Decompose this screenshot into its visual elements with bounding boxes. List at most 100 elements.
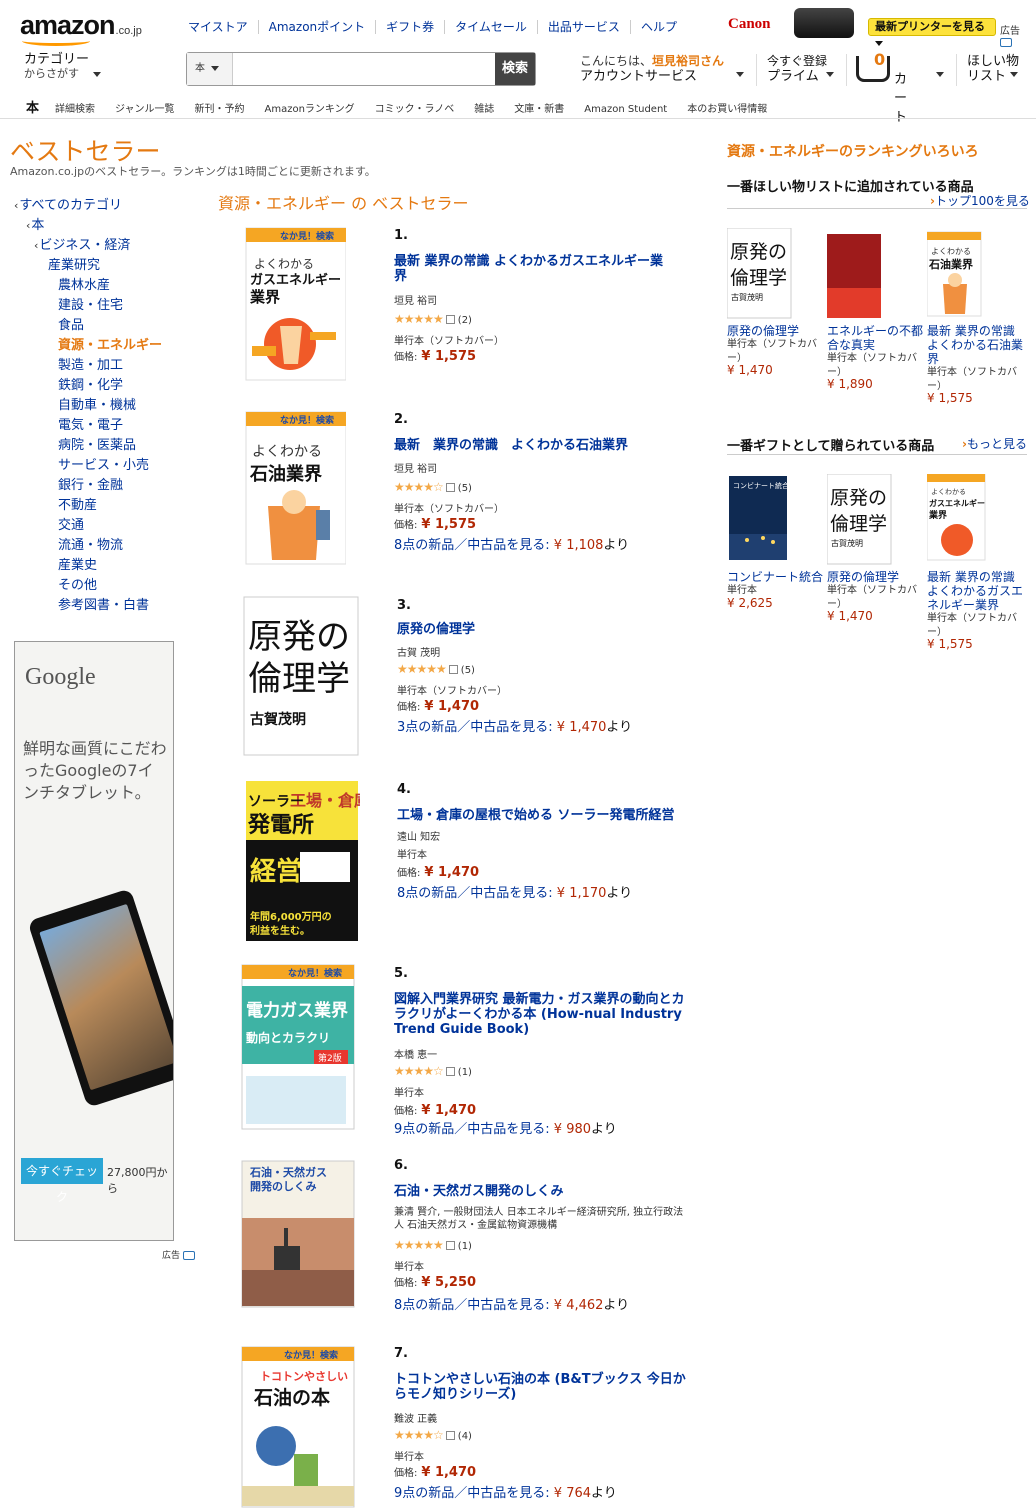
author[interactable]: 古賀 茂明 — [397, 644, 440, 659]
wishlist-menu[interactable]: ほしい物 リスト — [967, 54, 1019, 84]
search-button[interactable]: 検索 — [495, 53, 535, 85]
nav-food[interactable]: 食品 — [58, 314, 84, 333]
product-title[interactable]: 最新 業界の常識 よくわかる石油業界 — [927, 324, 1025, 366]
offers-link[interactable]: 3点の新品／中古品を見る: ¥ 1,470より — [397, 716, 632, 735]
canon-ad-button[interactable]: 最新プリンターを見る — [868, 18, 996, 46]
nav-transport[interactable]: 交通 — [58, 514, 84, 533]
nav-construction[interactable]: 建設・住宅 — [58, 294, 123, 313]
book-cover[interactable] — [827, 228, 883, 320]
book-cover[interactable]: なか見！検索 電力ガス業界 動向とカラクリ 第2版 — [240, 964, 356, 1130]
author[interactable]: 遠山 知宏 — [397, 828, 440, 843]
nav-other[interactable]: その他 — [58, 574, 97, 593]
top-link-help[interactable]: ヘルプ — [631, 20, 687, 34]
account-menu[interactable]: こんにちは、垣見裕司さん アカウントサービス — [580, 54, 724, 84]
product-title[interactable]: コンビナート統合 — [727, 570, 825, 584]
offers-link[interactable]: 9点の新品／中古品を見る: ¥ 980より — [394, 1118, 617, 1137]
product-title[interactable]: 最新 業界の常識 よくわかるガスエネルギー業界 — [927, 570, 1025, 612]
top-link-giftcard[interactable]: ギフト券 — [376, 20, 446, 34]
tablet-image — [27, 888, 173, 1108]
prime-menu[interactable]: 今すぐ登録 プライム — [767, 54, 827, 84]
star-rating[interactable]: ★★★★☆ (4) — [394, 1428, 472, 1442]
book-cover[interactable]: コンビナート統合 — [727, 474, 789, 562]
nav-agriculture[interactable]: 農林水産 — [58, 274, 110, 293]
svg-text:なか見！検索: なか見！検索 — [288, 967, 342, 979]
nav-automotive[interactable]: 自動車・機械 — [58, 394, 136, 413]
product-title[interactable]: 最新 業界の常識 よくわかるガスエネルギー業界 — [394, 254, 674, 284]
subnav-student[interactable]: Amazon Student — [584, 104, 667, 115]
book-cover[interactable]: なか見！検索 よくわかる ガスエネルギー 業界 — [240, 226, 346, 382]
top-link-points[interactable]: Amazonポイント — [259, 20, 377, 34]
subnav-deals[interactable]: 本のお買い得情報 — [687, 100, 767, 115]
page-subtitle: Amazon.co.jpのベストセラー。ランキングは1時間ごとに更新されます。 — [10, 165, 376, 178]
ad-check-button[interactable]: 今すぐチェック — [21, 1158, 103, 1204]
nav-industry-research[interactable]: 産業研究 — [48, 254, 100, 273]
book-cover[interactable]: なか見！検索 トコトンやさしい 石油の本 — [240, 1346, 356, 1508]
author[interactable]: 本橋 恵一 — [394, 1046, 437, 1061]
nav-realestate[interactable]: 不動産 — [58, 494, 97, 513]
nav-electronics[interactable]: 電気・電子 — [58, 414, 123, 433]
author[interactable]: 兼清 賢介, 一般財団法人 日本エネルギー経済研究所, 独立行政法人 石油天然ガ… — [394, 1206, 684, 1232]
product-title[interactable]: 工場・倉庫の屋根で始める ソーラー発電所経営 — [397, 808, 687, 823]
nav-books[interactable]: ‹本 — [26, 214, 44, 233]
offers-link[interactable]: 9点の新品／中古品を見る: ¥ 764より — [394, 1482, 617, 1501]
book-cover[interactable]: 原発の 倫理学 古賀茂明 — [727, 228, 793, 320]
star-rating[interactable]: ★★★★☆ (5) — [394, 480, 472, 494]
product-title[interactable]: 石油・天然ガス開発のしくみ — [394, 1184, 674, 1199]
subnav-paperbacks[interactable]: 文庫・新書 — [514, 100, 564, 115]
nav-all-categories[interactable]: ‹すべてのカテゴリ — [14, 194, 122, 213]
product-title[interactable]: トコトンやさしい石油の本 (B&Tブックス 今日からモノ知りシリーズ) — [394, 1372, 694, 1402]
author[interactable]: 垣見 裕司 — [394, 460, 437, 475]
canon-banner-ad[interactable]: Canon 最新プリンターを見る 広告 — [726, 6, 1032, 47]
book-cover[interactable]: 工場・倉庫 ソーラー 発電所 経営 年間6,000万円の 利益を生む。 — [240, 780, 360, 942]
nav-medical[interactable]: 病院・医薬品 — [58, 434, 136, 453]
top-link-timesale[interactable]: タイムセール — [445, 20, 538, 34]
offers-link[interactable]: 8点の新品／中古品を見る: ¥ 1,108より — [394, 534, 629, 553]
more-link[interactable]: ›もっと見る — [962, 435, 1027, 452]
star-rating[interactable]: ★★★★★ (5) — [397, 662, 475, 676]
author[interactable]: 難波 正義 — [394, 1410, 437, 1425]
search-input[interactable] — [234, 53, 496, 85]
feedback-bubble-icon[interactable] — [1000, 37, 1012, 47]
nav-industry-history[interactable]: 産業史 — [58, 554, 97, 573]
svg-text:よくわかる: よくわかる — [252, 444, 322, 460]
book-cover[interactable]: 原発の 倫理学 古賀茂明 — [827, 474, 893, 566]
book-cover[interactable]: なか見！検索 よくわかる 石油業界 — [240, 410, 346, 566]
offers-link[interactable]: 8点の新品／中古品を見る: ¥ 4,462より — [394, 1294, 629, 1313]
author[interactable]: 垣見 裕司 — [394, 292, 437, 307]
top-link-mystore[interactable]: マイストア — [188, 20, 259, 34]
subnav-advanced-search[interactable]: 詳細検索 — [55, 100, 95, 115]
subnav-ranking[interactable]: Amazonランキング — [265, 100, 355, 115]
product-title[interactable]: 最新 業界の常識 よくわかる石油業界 — [394, 438, 684, 453]
star-rating[interactable]: ★★★★★ (1) — [394, 1238, 472, 1252]
nav-steel-chemical[interactable]: 鉄鋼・化学 — [58, 374, 123, 393]
category-dropdown[interactable]: カテゴリー からさがす — [24, 53, 101, 81]
google-tablet-ad[interactable]: Google 鮮明な画質にこだわったGoogleの7インチタブレット。 今すぐチ… — [14, 641, 174, 1241]
subnav-books[interactable]: 本 — [26, 97, 39, 116]
book-cover[interactable]: よくわかる ガスエネルギー 業界 — [927, 474, 987, 566]
feedback-bubble-icon[interactable] — [182, 1251, 195, 1260]
subnav-magazines[interactable]: 雑誌 — [474, 100, 494, 115]
nav-manufacturing[interactable]: 製造・加工 — [58, 354, 123, 373]
star-rating[interactable]: ★★★★★ (2) — [394, 312, 472, 326]
product-title[interactable]: 原発の倫理学 — [827, 570, 925, 584]
subnav-new-releases[interactable]: 新刊・予約 — [195, 100, 245, 115]
top100-link[interactable]: ›トップ100を見る — [930, 192, 1030, 209]
nav-retail[interactable]: サービス・小売 — [58, 454, 149, 473]
nav-logistics[interactable]: 流通・物流 — [58, 534, 123, 553]
search-scope-select[interactable]: 本 — [187, 53, 233, 85]
product-title[interactable]: 原発の倫理学 — [397, 622, 677, 637]
nav-finance[interactable]: 銀行・金融 — [58, 474, 123, 493]
book-cover[interactable]: 石油・天然ガス 開発のしくみ — [240, 1160, 356, 1308]
subnav-genres[interactable]: ジャンル一覧 — [115, 100, 175, 115]
book-cover[interactable]: 原発の 倫理学 古賀茂明 — [240, 596, 360, 756]
nav-business[interactable]: ‹ビジネス・経済 — [34, 234, 130, 253]
top-link-seller[interactable]: 出品サービス — [538, 20, 631, 34]
product-title[interactable]: 原発の倫理学 — [727, 324, 825, 338]
product-title[interactable]: 図解入門業界研究 最新電力・ガス業界の動向とカラクリがよーくわかる本 (How-… — [394, 992, 690, 1037]
nav-reference[interactable]: 参考図書・白書 — [58, 594, 149, 613]
product-title[interactable]: エネルギーの不都合な真実 — [827, 324, 925, 352]
subnav-comics[interactable]: コミック・ラノベ — [375, 100, 455, 115]
star-rating[interactable]: ★★★★☆ (1) — [394, 1064, 472, 1078]
book-cover[interactable]: よくわかる 石油業界 — [927, 228, 983, 320]
offers-link[interactable]: 8点の新品／中古品を見る: ¥ 1,170より — [397, 882, 632, 901]
